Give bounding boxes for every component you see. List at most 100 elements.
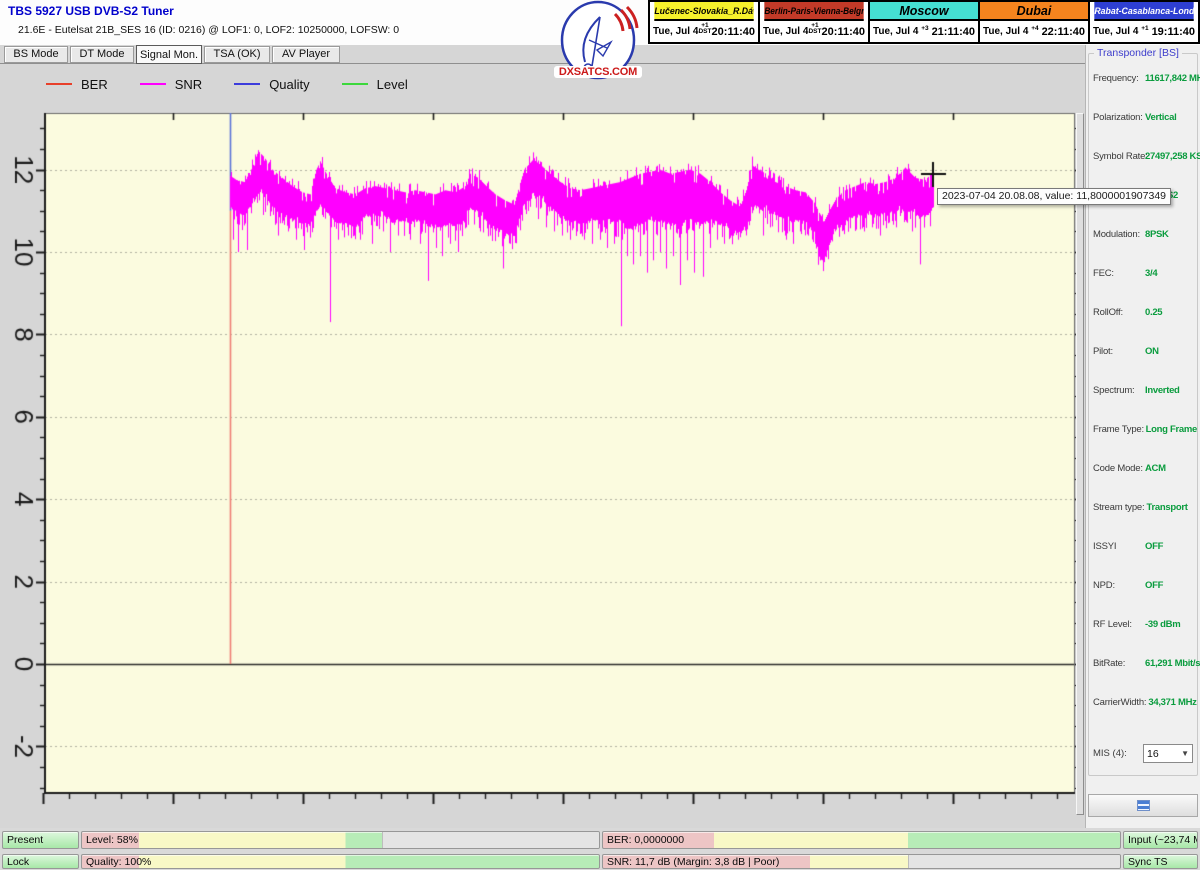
status-label-sync-ts: Sync TS — [1128, 855, 1168, 868]
status-label-input: Input (~23,74 Mbps) — [1128, 832, 1198, 848]
app-title: TBS 5927 USB DVB-S2 Tuner — [8, 4, 174, 18]
stream-list-button[interactable] — [1088, 794, 1198, 817]
tab-tsa-ok[interactable]: TSA (OK) — [204, 46, 270, 63]
panel-value: 8PSK — [1145, 229, 1169, 240]
clock-city-label: Moscow — [870, 2, 978, 21]
groupbox-legend: Transponder [BS] — [1094, 47, 1182, 59]
panel-label: RF Level: — [1093, 619, 1143, 630]
clock-berlin-paris-vienna-belgrade: Berlin-Paris-Vienna-BelgradeTue, Jul 4+1… — [758, 0, 870, 44]
panel-label: Frequency: — [1093, 73, 1143, 84]
panel-row-stream-type: Stream type:Transport — [1093, 497, 1197, 536]
clock-utc-offset: +1DST — [698, 23, 711, 35]
clock-time-value: 20:11:40 — [712, 26, 755, 38]
panel-row-bitrate: BitRate:61,291 Mbit/s — [1093, 653, 1197, 692]
clock-date: Tue, Jul 4 — [1093, 26, 1138, 37]
panel-row-pilot: Pilot:ON — [1093, 341, 1197, 380]
panel-value: Long Frame — [1146, 424, 1197, 435]
clock-date: Tue, Jul 4 — [873, 26, 918, 37]
panel-label: FEC: — [1093, 268, 1143, 279]
status-label-quality: Quality: 100% — [86, 855, 151, 868]
clock-utc-offset: +3 — [921, 26, 928, 32]
status-label-ber: BER: 0,0000000 — [607, 832, 684, 848]
logo-text: DXSATCS.COM — [554, 66, 642, 78]
clock-lu-enec-slovakia-r-d-vid: Lučenec-Slovakia_R.DávidTue, Jul 4+1DST2… — [648, 0, 760, 44]
clock-date: Tue, Jul 4 — [983, 26, 1028, 37]
status-input: Input (~23,74 Mbps) — [1123, 831, 1198, 849]
status-label-snr: SNR: 11,7 dB (Margin: 3,8 dB | Poor) — [607, 855, 779, 868]
panel-value: -39 dBm — [1145, 619, 1180, 630]
panel-row-modulation: Modulation:8PSK — [1093, 224, 1197, 263]
panel-label: Stream type: — [1093, 502, 1144, 513]
panel-row-carrierwidth: CarrierWidth:34,371 MHz — [1093, 692, 1197, 731]
panel-row-spectrum: Spectrum:Inverted — [1093, 380, 1197, 419]
scrollbar-thumb[interactable] — [1076, 113, 1084, 815]
panel-row-npd: NPD:OFF — [1093, 575, 1197, 614]
clock-date: Tue, Jul 4 — [653, 26, 698, 37]
panel-row-issyi: ISSYIOFF — [1093, 536, 1197, 575]
clock-dubai: Dubai Tue, Jul 4+4 22:11:40 — [978, 0, 1090, 44]
panel-label: Symbol Rate: — [1093, 151, 1143, 162]
clock-moscow: MoscowTue, Jul 4+321:11:40 — [868, 0, 980, 44]
panel-value: 0.25 — [1145, 307, 1162, 318]
tab-bs-mode[interactable]: BS Mode — [4, 46, 68, 63]
panel-row-symbol-rate: Symbol Rate:27497,258 KS/s — [1093, 146, 1197, 185]
clock-city-label: Dubai — [980, 2, 1088, 21]
panel-label: BitRate: — [1093, 658, 1143, 669]
dxsatcs-logo: DXSATCS.COM — [551, 0, 645, 88]
panel-value: ACM — [1145, 463, 1166, 474]
status-unfilled-track — [382, 832, 599, 848]
list-icon — [1137, 800, 1150, 811]
transponder-rows: Frequency:11617,842 MHz Polarization:Vert… — [1093, 68, 1197, 731]
clock-time: Tue, Jul 4+119:11:40 — [1090, 21, 1198, 42]
signal-graph-canvas[interactable] — [0, 62, 1085, 830]
status-present: Present — [2, 831, 79, 849]
chevron-down-icon: ▼ — [1181, 749, 1189, 758]
status-label-present: Present — [7, 832, 43, 848]
status-level: Level: 58% — [81, 831, 600, 849]
status-label-level: Level: 58% — [86, 832, 138, 848]
clock-utc-offset: +4 — [1031, 26, 1038, 32]
clock-utc-offset: +1DST — [808, 23, 821, 35]
status-snr: SNR: 11,7 dB (Margin: 3,8 dB | Poor) — [602, 854, 1121, 869]
clock-time-value: 22:11:40 — [1042, 26, 1085, 38]
panel-value: Transport — [1146, 502, 1187, 513]
panel-value: 61,291 Mbit/s — [1145, 658, 1200, 669]
panel-value: Vertical — [1145, 112, 1176, 123]
panel-value: 3/4 — [1145, 268, 1157, 279]
mis-label: MIS (4): — [1093, 748, 1143, 759]
app-subtitle: 21.6E - Eutelsat 21B_SES 16 (ID: 0216) @… — [18, 24, 399, 36]
panel-label: Frame Type: — [1093, 424, 1144, 435]
clock-time: Tue, Jul 4+321:11:40 — [870, 21, 978, 42]
clock-city-label: Rabat-Casablanca-London — [1094, 2, 1193, 21]
panel-row-rolloff: RollOff:0.25 — [1093, 302, 1197, 341]
panel-label: Polarization: — [1093, 112, 1143, 123]
panel-row-fec: FEC:3/4 — [1093, 263, 1197, 302]
panel-value: OFF — [1145, 580, 1163, 591]
clock-time-value: 20:11:40 — [822, 26, 865, 38]
panel-label: ISSYI — [1093, 541, 1143, 552]
panel-label: Code Mode: — [1093, 463, 1143, 474]
panel-label: CarrierWidth: — [1093, 697, 1146, 708]
clock-time: Tue, Jul 4+4 22:11:40 — [980, 21, 1088, 42]
tab-signal-mon[interactable]: Signal Mon. — [136, 45, 202, 64]
panel-label: Pilot: — [1093, 346, 1143, 357]
panel-value: Inverted — [1145, 385, 1180, 396]
world-clocks: Lučenec-Slovakia_R.DávidTue, Jul 4+1DST2… — [648, 0, 1200, 44]
panel-label: RollOff: — [1093, 307, 1143, 318]
status-lock: Lock — [2, 854, 79, 869]
panel-value: 11617,842 MHz — [1145, 73, 1200, 84]
clock-time: Tue, Jul 4+1DST20:11:40 — [650, 21, 758, 42]
status-ber: BER: 0,0000000 — [602, 831, 1121, 849]
tab-dt-mode[interactable]: DT Mode — [70, 46, 134, 63]
panel-label: Modulation: — [1093, 229, 1143, 240]
panel-value: ON — [1145, 346, 1159, 357]
tab-av-player[interactable]: AV Player — [272, 46, 340, 63]
clock-city-label: Lučenec-Slovakia_R.Dávid — [654, 2, 753, 21]
clock-utc-offset: +1 — [1141, 26, 1148, 32]
mis-row: MIS (4): 16 ▼ — [1093, 744, 1193, 763]
chart-vertical-scrollbar — [1076, 113, 1084, 815]
chart-tooltip: 2023-07-04 20.08.08, value: 11,800000190… — [937, 188, 1171, 205]
panel-value: 34,371 MHz — [1148, 697, 1196, 708]
status-quality: Quality: 100% — [81, 854, 600, 869]
mis-select[interactable]: 16 ▼ — [1143, 744, 1193, 763]
